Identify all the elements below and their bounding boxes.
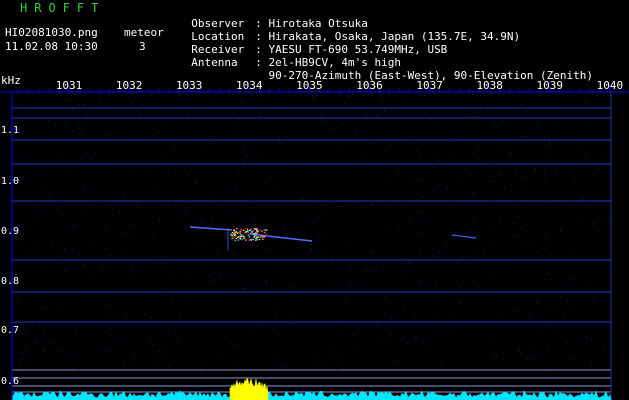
date-time: 11.02.08 10:30 xyxy=(5,40,98,53)
meteor-label: meteor xyxy=(124,26,164,39)
freq-tick-label: 0.7 xyxy=(1,325,19,336)
time-tick-label: 1032 xyxy=(116,79,143,92)
info-antenna-orientation: 90-270-Azimuth (East-West), 90-Elevation… xyxy=(178,56,594,82)
file-name: HI02081030.png xyxy=(5,26,98,39)
freq-tick-label: 0.6 xyxy=(1,376,19,387)
time-tick-label: 1031 xyxy=(56,79,83,92)
time-tick-label: 1040 xyxy=(597,79,624,92)
info-value: 90-270-Azimuth (East-West), 90-Elevation… xyxy=(268,69,594,82)
freq-tick-label: 0.8 xyxy=(1,276,19,287)
freq-tick-label: 1.0 xyxy=(1,176,19,187)
meteor-count: 3 xyxy=(139,40,146,53)
axis-unit-label: kHz xyxy=(1,74,21,87)
freq-tick-label: 0.9 xyxy=(1,226,19,237)
app-title: HROFFT xyxy=(20,1,106,15)
freq-tick-label: 1.1 xyxy=(1,125,19,136)
info-sep xyxy=(255,69,268,82)
